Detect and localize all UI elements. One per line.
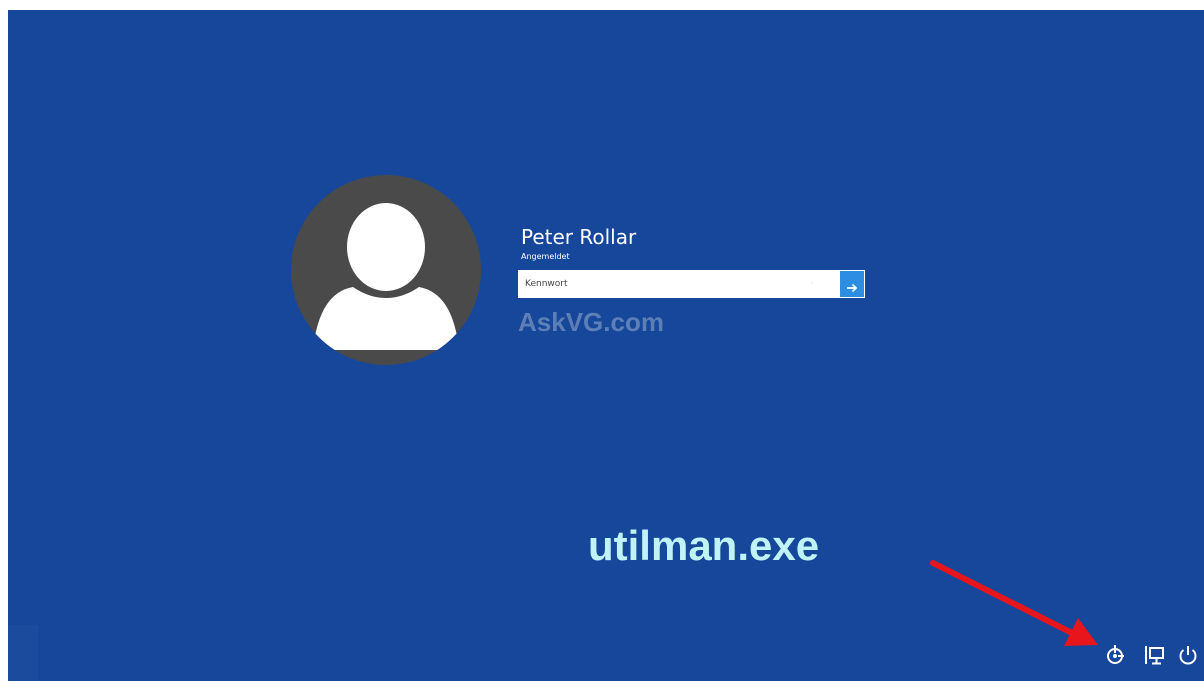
- annotation-arrow: [930, 560, 1098, 646]
- corner-shade: [8, 625, 38, 681]
- lock-screen: Peter Rollar Angemeldet · AskVG.com util…: [8, 10, 1204, 681]
- ease-of-access-icon[interactable]: [1103, 643, 1127, 667]
- power-icon[interactable]: [1176, 643, 1200, 667]
- network-icon[interactable]: [1142, 643, 1166, 667]
